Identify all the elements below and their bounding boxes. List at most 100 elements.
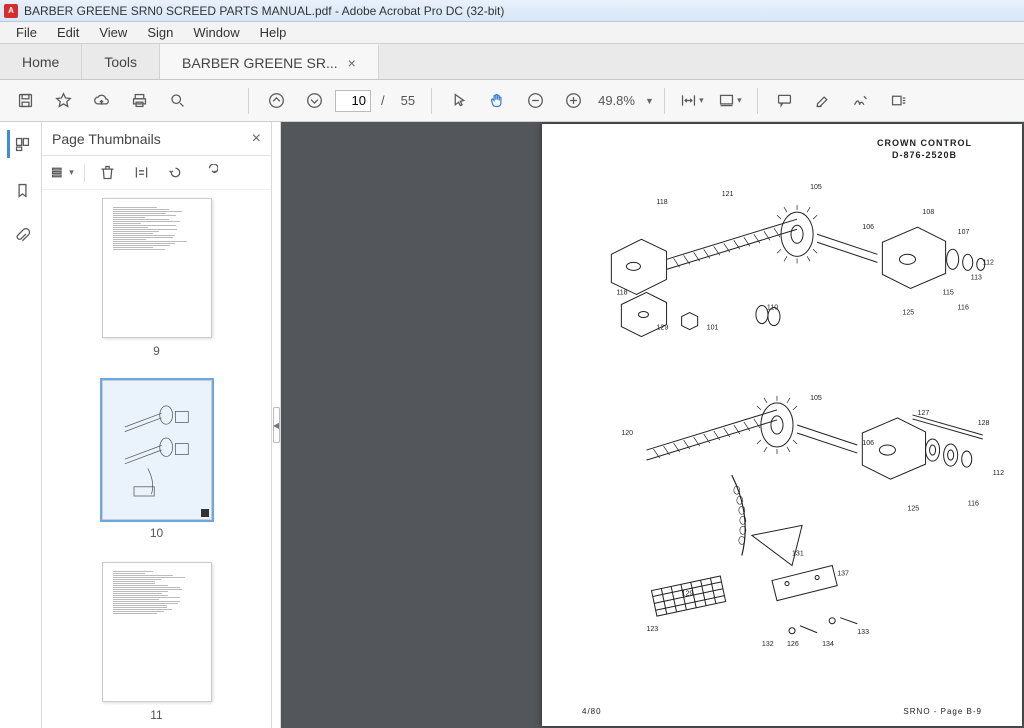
thumbnail-item[interactable]: 10 <box>42 380 271 540</box>
thumbnails-scroll[interactable]: 9 10 11 <box>42 190 271 728</box>
svg-text:116: 116 <box>968 500 979 507</box>
window-title: BARBER GREENE SRN0 SCREED PARTS MANUAL.p… <box>24 4 504 18</box>
close-icon[interactable]: × <box>348 55 356 71</box>
svg-text:107: 107 <box>958 229 970 236</box>
svg-text:116: 116 <box>958 305 969 312</box>
svg-text:121: 121 <box>722 191 734 198</box>
svg-text:133: 133 <box>857 629 869 636</box>
star-button[interactable] <box>46 84 80 118</box>
svg-text:106: 106 <box>862 440 874 447</box>
main-area: Page Thumbnails × ▾ 9 10 11 ◀ CROWN CONTRO… <box>0 122 1024 728</box>
chevron-down-icon[interactable]: ▼ <box>645 96 654 106</box>
hand-tool[interactable] <box>480 84 514 118</box>
rail-thumbnails[interactable] <box>7 130 35 158</box>
svg-text:118: 118 <box>616 289 627 296</box>
svg-text:132: 132 <box>762 641 774 648</box>
thumb-rotate-cw-button[interactable] <box>197 161 221 185</box>
save-button[interactable] <box>8 84 42 118</box>
pdf-icon: A <box>4 4 18 18</box>
exploded-view-drawing: 118121 105106 108107 112113 115118 12910… <box>560 174 1004 696</box>
search-button[interactable] <box>160 84 194 118</box>
page-footer: 4/80 SRNO - Page B-9 <box>542 707 1022 716</box>
page-title: CROWN CONTROL <box>877 138 972 148</box>
svg-text:127: 127 <box>918 410 930 417</box>
tab-home[interactable]: Home <box>0 44 82 79</box>
page-up-button[interactable] <box>259 84 293 118</box>
menu-file[interactable]: File <box>6 23 47 42</box>
svg-text:106: 106 <box>862 224 874 231</box>
tab-home-label: Home <box>22 54 59 70</box>
print-button[interactable] <box>122 84 156 118</box>
select-tool[interactable] <box>442 84 476 118</box>
menu-edit[interactable]: Edit <box>47 23 89 42</box>
svg-text:129: 129 <box>657 325 669 332</box>
menu-bar: File Edit View Sign Window Help <box>0 22 1024 44</box>
svg-text:137: 137 <box>837 571 849 578</box>
rail-attachments[interactable] <box>7 222 35 250</box>
sign-button[interactable] <box>844 84 878 118</box>
menu-sign[interactable]: Sign <box>137 23 183 42</box>
tab-strip: Home Tools BARBER GREENE SR... × <box>0 44 1024 80</box>
thumb-rotate-ccw-button[interactable] <box>163 161 187 185</box>
svg-text:120: 120 <box>621 430 633 437</box>
svg-text:126: 126 <box>787 641 799 648</box>
page-title-block: CROWN CONTROL D-876-2520B <box>877 138 972 162</box>
svg-text:123: 123 <box>646 626 658 633</box>
thumbnails-toolbar: ▾ <box>42 156 271 190</box>
highlight-button[interactable] <box>806 84 840 118</box>
svg-text:108: 108 <box>923 209 935 216</box>
comment-button[interactable] <box>768 84 802 118</box>
menu-view[interactable]: View <box>89 23 137 42</box>
menu-help[interactable]: Help <box>250 23 297 42</box>
svg-text:128: 128 <box>978 420 990 427</box>
cloud-button[interactable] <box>84 84 118 118</box>
document-page: CROWN CONTROL D-876-2520B <box>542 124 1022 726</box>
close-panel-icon[interactable]: × <box>252 130 261 148</box>
page-number-input[interactable] <box>335 90 371 112</box>
page-display-button[interactable]: ▾ <box>713 84 747 118</box>
tab-tools-label: Tools <box>104 54 137 70</box>
svg-text:112: 112 <box>983 259 994 266</box>
tab-tools[interactable]: Tools <box>82 44 160 79</box>
splitter-handle-icon[interactable]: ◀ <box>273 407 280 443</box>
thumbnail-page[interactable] <box>102 562 212 702</box>
thumbnails-title: Page Thumbnails <box>52 131 161 147</box>
thumb-delete-button[interactable] <box>95 161 119 185</box>
rail-bookmarks[interactable] <box>7 176 35 204</box>
svg-text:125: 125 <box>902 310 914 317</box>
page-sep: / <box>375 93 391 108</box>
thumbnails-header: Page Thumbnails × <box>42 122 271 156</box>
tab-document-label: BARBER GREENE SR... <box>182 55 338 71</box>
tab-document[interactable]: BARBER GREENE SR... × <box>160 44 379 79</box>
zoom-in-button[interactable] <box>556 84 590 118</box>
svg-text:129: 129 <box>682 591 694 598</box>
thumb-print-button[interactable] <box>129 161 153 185</box>
zoom-out-button[interactable] <box>518 84 552 118</box>
zoom-value[interactable]: 49.8% <box>594 93 639 108</box>
svg-text:125: 125 <box>907 505 919 512</box>
more-tools-button[interactable] <box>882 84 916 118</box>
thumbnail-item[interactable]: 9 <box>42 198 271 358</box>
fit-width-button[interactable]: ▾ <box>675 84 709 118</box>
document-viewport[interactable]: CROWN CONTROL D-876-2520B <box>281 122 1024 728</box>
page-total: 55 <box>395 93 421 108</box>
panel-splitter[interactable]: ◀ <box>272 122 281 728</box>
thumbnail-label: 11 <box>150 708 162 722</box>
page-down-button[interactable] <box>297 84 331 118</box>
svg-text:131: 131 <box>792 550 804 557</box>
thumbnail-item[interactable]: 11 <box>42 562 271 722</box>
nav-rail <box>0 122 42 728</box>
thumbnail-label: 9 <box>153 344 160 358</box>
window-titlebar: A BARBER GREENE SRN0 SCREED PARTS MANUAL… <box>0 0 1024 22</box>
svg-text:105: 105 <box>810 395 822 402</box>
thumbnail-page[interactable] <box>102 198 212 338</box>
thumb-options-button[interactable]: ▾ <box>50 161 74 185</box>
svg-text:118: 118 <box>657 199 668 206</box>
thumbnail-page[interactable] <box>102 380 212 520</box>
drawing-number: D-876-2520B <box>877 150 972 160</box>
svg-text:101: 101 <box>707 325 719 332</box>
menu-window[interactable]: Window <box>183 23 249 42</box>
footer-left: 4/80 <box>582 707 602 716</box>
svg-text:112: 112 <box>993 470 1004 477</box>
thumbnail-label: 10 <box>150 526 163 540</box>
